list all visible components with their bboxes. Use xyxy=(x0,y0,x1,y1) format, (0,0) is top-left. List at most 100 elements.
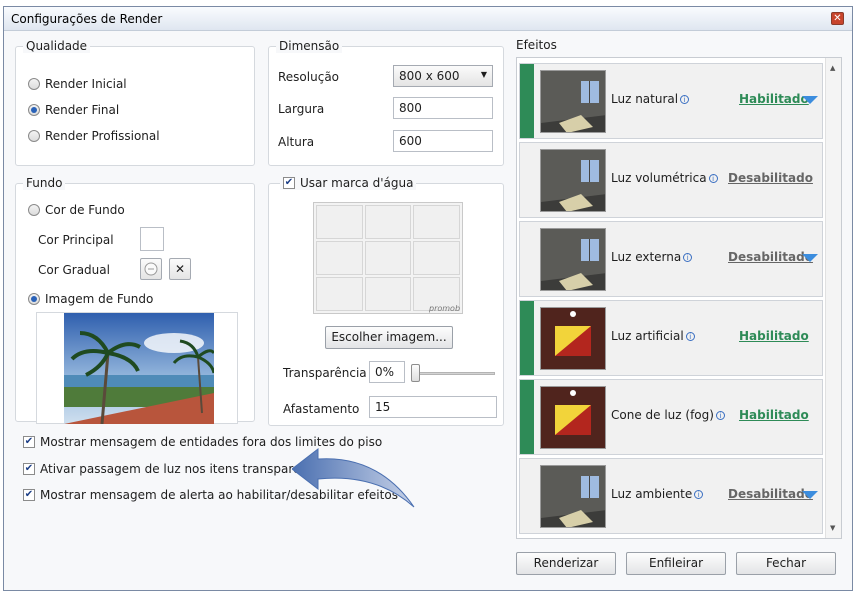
dimensao-label: Dimensão xyxy=(276,39,343,53)
effect-card[interactable]: Luz artificial i Habilitado xyxy=(519,300,823,376)
enabled-indicator-bar xyxy=(520,380,534,454)
info-icon[interactable]: i xyxy=(708,174,718,183)
resolucao-value: 800 x 600 xyxy=(399,69,460,83)
effect-status-link[interactable]: Habilitado xyxy=(739,408,809,422)
radio-render-inicial-label: Render Inicial xyxy=(45,77,127,91)
effect-thumbnail xyxy=(540,465,606,528)
option-passagem-luz-label: Ativar passagem de luz nos itens transpa… xyxy=(40,462,327,476)
effect-thumbnail xyxy=(540,70,606,133)
effect-status-link[interactable]: Desabilitado xyxy=(728,487,813,501)
radio-render-profissional-label: Render Profissional xyxy=(45,129,160,143)
background-image-frame[interactable] xyxy=(36,312,238,424)
effect-name: Cone de luz (fog) i xyxy=(611,408,725,422)
watermark-cell[interactable] xyxy=(364,241,412,275)
dimensao-group: Dimensão Resolução 800 x 600 ▼ Largura 8… xyxy=(268,39,504,166)
radio-imagem-fundo-dot[interactable] xyxy=(28,293,40,305)
radio-cor-fundo[interactable]: Cor de Fundo xyxy=(28,203,125,217)
transparencia-input[interactable]: 0% xyxy=(369,361,405,383)
radio-imagem-fundo[interactable]: Imagem de Fundo xyxy=(28,292,153,306)
close-icon: ✕ xyxy=(833,13,842,24)
info-icon[interactable]: i xyxy=(694,490,704,499)
watermark-cell[interactable] xyxy=(316,205,363,239)
info-icon[interactable]: i xyxy=(683,253,693,262)
effect-status-link[interactable]: Desabilitado xyxy=(728,250,813,264)
effect-card[interactable]: Luz volumétrica i Desabilitado xyxy=(519,142,823,218)
radio-render-final-label: Render Final xyxy=(45,103,120,117)
afastamento-input[interactable]: 15 xyxy=(369,396,497,418)
radio-cor-fundo-label: Cor de Fundo xyxy=(45,203,125,217)
watermark-cell[interactable] xyxy=(364,277,412,311)
altura-input[interactable]: 600 xyxy=(393,130,493,152)
effect-name: Luz volumétrica i xyxy=(611,171,718,185)
radio-render-inicial[interactable]: Render Inicial xyxy=(28,77,127,91)
watermark-cell[interactable] xyxy=(413,241,460,275)
expand-triangle-icon[interactable] xyxy=(802,96,818,104)
effects-scrollbar[interactable]: ▲ ▼ xyxy=(825,58,841,538)
render-settings-window: Configurações de Render ✕ Qualidade Rend… xyxy=(3,6,853,591)
expand-triangle-icon[interactable] xyxy=(802,491,818,499)
effect-status-link[interactable]: Habilitado xyxy=(739,329,809,343)
effect-status-link[interactable]: Habilitado xyxy=(739,92,809,106)
radio-render-inicial-dot[interactable] xyxy=(28,78,40,90)
radio-render-final-dot[interactable] xyxy=(28,104,40,116)
watermark-cell[interactable] xyxy=(413,205,460,239)
radio-render-profissional-dot[interactable] xyxy=(28,130,40,142)
checkbox-passagem-luz[interactable]: ✔ xyxy=(23,463,35,475)
radio-render-final[interactable]: Render Final xyxy=(28,103,119,117)
effect-name-text: Luz natural xyxy=(611,92,679,106)
effects-list: Luz natural i Habilitado Luz volumétrica i De… xyxy=(516,57,842,539)
enfileirar-button[interactable]: Enfileirar xyxy=(626,552,726,575)
chevron-down-icon: ▼ xyxy=(480,70,487,79)
effect-thumbnail xyxy=(540,228,606,291)
expand-triangle-icon[interactable] xyxy=(802,254,818,262)
watermark-cell[interactable] xyxy=(316,277,363,311)
background-beach-image xyxy=(64,313,214,424)
largura-input[interactable]: 800 xyxy=(393,97,493,119)
checkbox-alerta-efeitos[interactable]: ✔ xyxy=(23,489,35,501)
watermark-cell[interactable] xyxy=(316,241,363,275)
watermark-cell[interactable] xyxy=(364,205,412,239)
cor-principal-swatch[interactable] xyxy=(140,227,164,251)
resolucao-label: Resolução xyxy=(278,70,340,84)
resolucao-select[interactable]: 800 x 600 ▼ xyxy=(393,65,493,87)
efeitos-label: Efeitos xyxy=(516,38,557,52)
effect-name: Luz artificial i xyxy=(611,329,695,343)
effect-thumbnail xyxy=(540,307,606,370)
info-icon[interactable]: i xyxy=(685,332,695,341)
transparencia-slider-thumb[interactable] xyxy=(411,364,420,382)
usar-marca-dagua-checkbox[interactable]: ✔ Usar marca d'água xyxy=(280,176,417,190)
effect-status-link[interactable]: Desabilitado xyxy=(728,171,813,185)
cor-principal-label: Cor Principal xyxy=(38,233,114,247)
fechar-button[interactable]: Fechar xyxy=(736,552,836,575)
effect-card[interactable]: Luz natural i Habilitado xyxy=(519,63,823,139)
scroll-down-icon[interactable]: ▼ xyxy=(830,524,835,532)
radio-imagem-fundo-label: Imagem de Fundo xyxy=(45,292,154,306)
renderizar-button[interactable]: Renderizar xyxy=(516,552,616,575)
watermark-logo-text: promob xyxy=(429,304,461,313)
afastamento-label: Afastamento xyxy=(283,402,360,416)
info-icon[interactable]: i xyxy=(715,411,725,420)
checkbox-marca-dagua[interactable]: ✔ xyxy=(283,177,295,189)
radio-render-profissional[interactable]: Render Profissional xyxy=(28,129,160,143)
info-icon[interactable]: i xyxy=(680,95,690,104)
effect-thumbnail xyxy=(540,386,606,449)
transparencia-slider-track[interactable] xyxy=(411,372,495,375)
radio-cor-fundo-dot[interactable] xyxy=(28,204,40,216)
checkbox-entidades-fora-limites[interactable]: ✔ xyxy=(23,436,35,448)
clear-color-button[interactable]: ✕ xyxy=(169,258,191,280)
effect-name-text: Luz externa xyxy=(611,250,682,264)
transparencia-label: Transparência xyxy=(283,366,367,380)
cor-gradual-picker[interactable] xyxy=(140,258,162,280)
option-passagem-luz[interactable]: ✔ Ativar passagem de luz nos itens trans… xyxy=(23,462,326,476)
close-window-button[interactable]: ✕ xyxy=(831,12,844,25)
enabled-indicator-bar xyxy=(520,301,534,375)
escolher-imagem-button[interactable]: Escolher imagem... xyxy=(325,326,453,349)
window-title: Configurações de Render xyxy=(11,12,163,26)
qualidade-group: Qualidade Render Inicial Render Final Re… xyxy=(15,39,255,166)
effect-card[interactable]: Cone de luz (fog) i Habilitado xyxy=(519,379,823,455)
scroll-up-icon[interactable]: ▲ xyxy=(830,64,835,72)
effect-card[interactable]: Luz ambiente i Desabilitado xyxy=(519,458,823,534)
watermark-position-grid[interactable] xyxy=(313,202,463,314)
effect-card[interactable]: Luz externa i Desabilitado xyxy=(519,221,823,297)
title-bar: Configurações de Render ✕ xyxy=(4,7,852,31)
